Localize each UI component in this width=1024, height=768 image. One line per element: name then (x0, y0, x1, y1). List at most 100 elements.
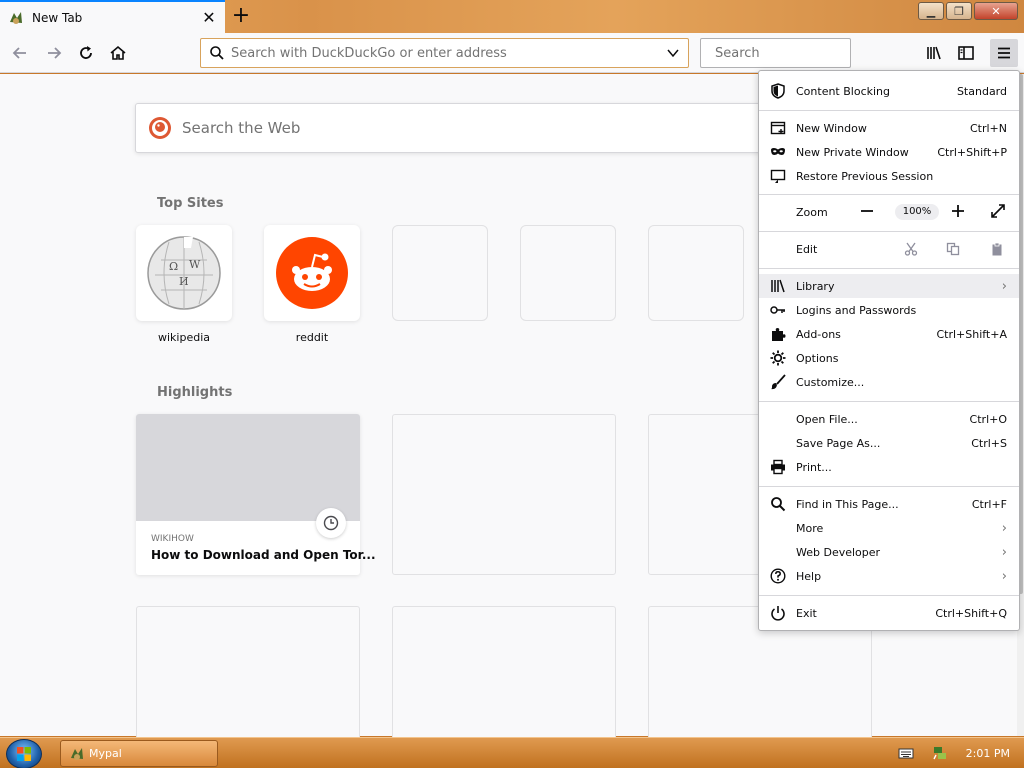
search-bar[interactable] (700, 38, 885, 68)
clock-icon (316, 508, 346, 538)
maximize-button[interactable]: ❐ (946, 2, 972, 20)
highlight-source: WIKIHOW (151, 534, 194, 544)
highlight-empty-slot (392, 414, 616, 575)
top-site-label: wikipedia (157, 331, 210, 344)
menu-button[interactable] (990, 39, 1018, 67)
fullscreen-button[interactable] (986, 199, 1010, 223)
top-site-empty-slot (520, 225, 616, 321)
menu-separator (759, 194, 1019, 195)
back-button[interactable] (6, 39, 34, 67)
menu-web-developer[interactable]: Web Developer › (759, 540, 1019, 564)
puzzle-icon (769, 326, 787, 342)
restore-session-icon (769, 168, 787, 184)
minimize-button[interactable]: ▁ (918, 2, 944, 20)
zoom-out-button[interactable] (855, 199, 879, 223)
menu-separator (759, 486, 1019, 487)
top-site-reddit[interactable] (264, 225, 360, 321)
menu-logins-passwords[interactable]: Logins and Passwords (759, 298, 1019, 322)
app-menu-panel: Content Blocking Standard New Window Ctr… (758, 70, 1020, 631)
menu-find-in-page[interactable]: Find in This Page... Ctrl+F (759, 492, 1019, 516)
chevron-down-icon[interactable] (666, 46, 680, 60)
mypal-icon (71, 747, 83, 760)
highlight-card[interactable]: WIKIHOW How to Download and Open Tor... (136, 414, 376, 575)
system-tray: 2:01 PM (898, 738, 1024, 768)
forward-arrow-icon (48, 47, 62, 59)
svg-text:W: W (189, 258, 201, 271)
url-input[interactable] (231, 45, 666, 61)
gear-icon (769, 350, 787, 366)
top-site-wikipedia[interactable]: Ω W И (136, 225, 232, 321)
top-site-empty-slot (392, 225, 488, 321)
navigation-toolbar (0, 33, 1024, 73)
copy-button[interactable] (941, 237, 965, 261)
highlight-thumbnail (136, 414, 360, 521)
menu-edit: Edit (796, 242, 818, 256)
chevron-right-icon: › (1001, 568, 1007, 584)
new-tab-button[interactable]: + (229, 5, 253, 29)
top-site-label: reddit (295, 331, 329, 344)
menu-zoom: Zoom (796, 205, 828, 219)
zoom-in-button[interactable] (946, 199, 970, 223)
top-sites-heading: Top Sites (157, 196, 224, 211)
tab-new-tab[interactable]: New Tab ✕ (0, 0, 225, 34)
minus-icon (861, 210, 873, 212)
taskbar: Mypal 2:01 PM (0, 737, 1024, 768)
keyboard-icon[interactable] (898, 745, 914, 761)
title-bar: New Tab ✕ + ▁ ❐ ✕ (0, 0, 1024, 34)
menu-print[interactable]: Print... (759, 455, 1019, 479)
highlight-title: How to Download and Open Tor... (151, 548, 376, 562)
menu-separator (759, 595, 1019, 596)
library-button[interactable] (920, 39, 948, 67)
duckduckgo-icon (149, 117, 171, 139)
menu-help[interactable]: Help › (759, 564, 1019, 588)
menu-open-file[interactable]: Open File... Ctrl+O (759, 407, 1019, 431)
forward-button[interactable] (40, 39, 68, 67)
menu-addons[interactable]: Add-ons Ctrl+Shift+A (759, 322, 1019, 346)
close-tab-icon[interactable]: ✕ (201, 10, 217, 26)
menu-separator (759, 231, 1019, 232)
reload-button[interactable] (72, 39, 100, 67)
paintbrush-icon (769, 374, 787, 390)
network-icon[interactable] (932, 745, 948, 761)
printer-icon (769, 459, 787, 475)
menu-customize[interactable]: Customize... (759, 370, 1019, 394)
menu-new-private-window[interactable]: New Private Window Ctrl+Shift+P (759, 140, 1019, 164)
menu-content-blocking[interactable]: Content Blocking Standard (759, 79, 1019, 103)
chevron-right-icon: › (1001, 544, 1007, 560)
close-window-button[interactable]: ✕ (974, 2, 1018, 20)
home-button[interactable] (104, 39, 132, 67)
new-window-icon (769, 120, 787, 136)
taskbar-app-label: Mypal (89, 747, 122, 760)
menu-separator (759, 401, 1019, 402)
zoom-level[interactable]: 100% (895, 204, 939, 220)
menu-restore-session[interactable]: Restore Previous Session (759, 164, 1019, 188)
cut-button[interactable] (899, 237, 923, 261)
menu-exit[interactable]: Exit Ctrl+Shift+Q (759, 601, 1019, 625)
library-icon (927, 46, 941, 60)
window-controls: ▁ ❐ ✕ (916, 2, 1018, 20)
menu-new-window[interactable]: New Window Ctrl+N (759, 116, 1019, 140)
search-icon (769, 496, 787, 512)
search-input[interactable] (715, 45, 885, 61)
svg-text:Ω: Ω (169, 260, 178, 273)
sidebar-button[interactable] (952, 39, 980, 67)
menu-library[interactable]: Library › (759, 274, 1019, 298)
system-clock[interactable]: 2:01 PM (966, 747, 1010, 760)
search-icon (210, 46, 224, 60)
menu-more[interactable]: More › (759, 516, 1019, 540)
address-bar[interactable] (200, 38, 689, 68)
mypal-icon (10, 12, 22, 24)
help-icon (769, 568, 787, 584)
windows-logo-icon (17, 747, 31, 761)
start-button[interactable] (6, 739, 42, 768)
highlights-heading: Highlights (157, 385, 233, 400)
svg-text:И: И (179, 275, 189, 288)
menu-options[interactable]: Options (759, 346, 1019, 370)
taskbar-app-mypal[interactable]: Mypal (60, 740, 218, 767)
fullscreen-icon (991, 204, 1005, 218)
menu-save-page[interactable]: Save Page As... Ctrl+S (759, 431, 1019, 455)
menu-separator (759, 268, 1019, 269)
paste-button[interactable] (985, 237, 1009, 261)
plus-icon (952, 205, 964, 217)
sidebar-icon (958, 46, 974, 60)
